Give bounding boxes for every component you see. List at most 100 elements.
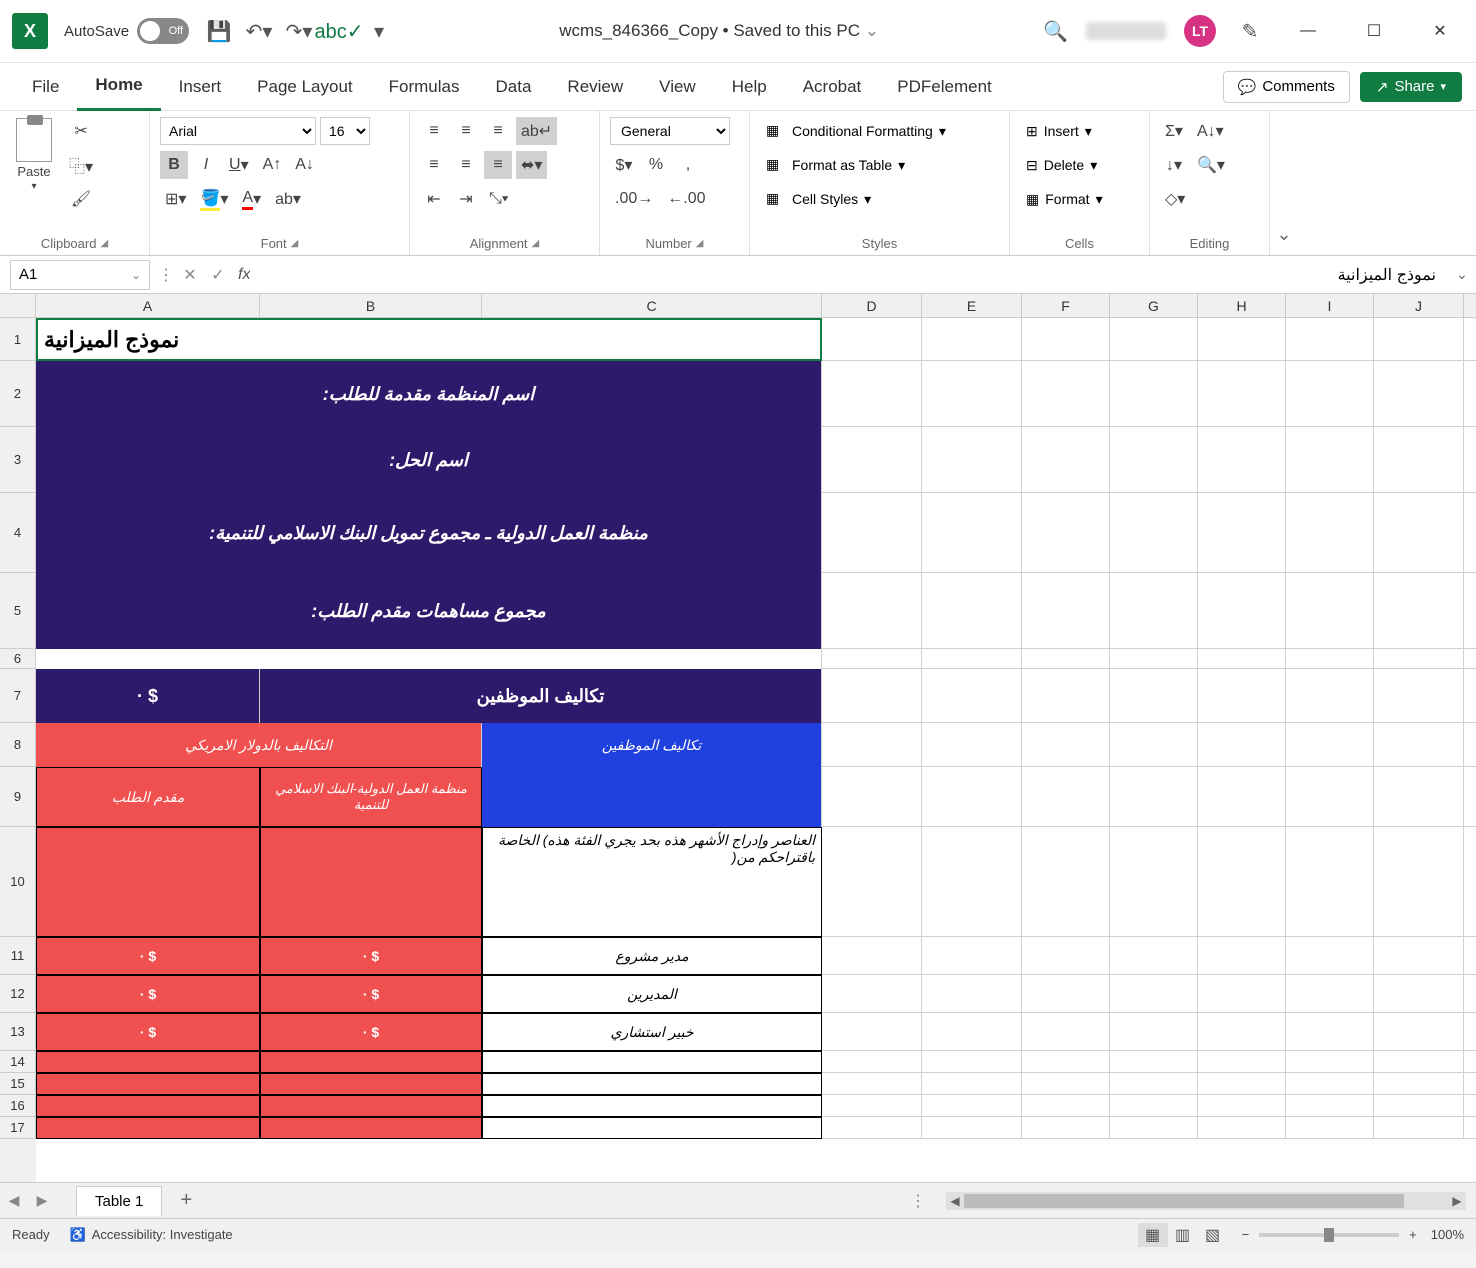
redo-icon[interactable]: ↷▾ (283, 15, 315, 47)
align-center-button[interactable]: ≡ (452, 151, 480, 179)
number-launcher-icon[interactable]: ◢ (696, 238, 704, 249)
cell[interactable] (1374, 827, 1464, 937)
maximize-button[interactable]: ☐ (1350, 11, 1398, 51)
accessibility-icon[interactable]: ♿ (70, 1227, 86, 1243)
cell[interactable] (1374, 975, 1464, 1013)
row-header[interactable]: 8 (0, 723, 36, 767)
row-header[interactable]: 4 (0, 493, 36, 573)
cell[interactable] (822, 1013, 922, 1051)
cell[interactable]: اسم الحل: (36, 427, 822, 493)
cell[interactable] (1198, 975, 1286, 1013)
autosum-button[interactable]: Σ▾ (1160, 117, 1188, 145)
cell[interactable] (1022, 318, 1110, 361)
sort-filter-button[interactable]: A↓▾ (1192, 117, 1229, 145)
row-header[interactable]: 10 (0, 827, 36, 937)
cell[interactable] (1198, 427, 1286, 493)
normal-view-button[interactable]: ▦ (1138, 1223, 1168, 1247)
clipboard-launcher-icon[interactable]: ◢ (100, 238, 108, 249)
column-header[interactable]: J (1374, 294, 1464, 317)
cell[interactable] (922, 723, 1022, 767)
cell[interactable] (822, 975, 922, 1013)
search-icon[interactable]: 🔍 (1043, 19, 1068, 44)
cell[interactable] (822, 1073, 922, 1095)
cell[interactable] (1110, 493, 1198, 573)
tab-formulas[interactable]: Formulas (371, 63, 478, 111)
format-cells-button[interactable]: ▦Format▾ (1020, 185, 1139, 213)
cell[interactable] (482, 1117, 822, 1139)
cell[interactable] (482, 1095, 822, 1117)
cell[interactable] (36, 1051, 260, 1073)
autosave-toggle[interactable]: AutoSave Off (64, 18, 189, 44)
cell[interactable] (1022, 1073, 1110, 1095)
cell[interactable] (1110, 827, 1198, 937)
cell[interactable] (822, 937, 922, 975)
tab-view[interactable]: View (641, 63, 714, 111)
tab-data[interactable]: Data (478, 63, 550, 111)
cell[interactable] (1022, 827, 1110, 937)
fx-icon[interactable]: fx (238, 266, 250, 284)
cell[interactable] (1286, 1117, 1374, 1139)
cell[interactable] (1022, 427, 1110, 493)
cell[interactable] (822, 649, 922, 669)
column-header[interactable]: I (1286, 294, 1374, 317)
cell[interactable] (822, 767, 922, 827)
row-header[interactable]: 1 (0, 318, 36, 361)
cell[interactable] (1022, 1013, 1110, 1051)
column-header[interactable]: C (482, 294, 822, 317)
tab-insert[interactable]: Insert (161, 63, 240, 111)
cell[interactable] (1198, 723, 1286, 767)
cell[interactable] (922, 649, 1022, 669)
cell[interactable] (1022, 361, 1110, 427)
conditional-formatting-button[interactable]: ▦Conditional Formatting▾ (760, 117, 999, 145)
cell[interactable] (1022, 1117, 1110, 1139)
cell[interactable] (1198, 1095, 1286, 1117)
select-all-corner[interactable] (0, 294, 36, 317)
cell[interactable] (1198, 318, 1286, 361)
cell[interactable]: · $ (36, 975, 260, 1013)
phonetic-button[interactable]: ab▾ (270, 185, 306, 213)
page-layout-view-button[interactable]: ▥ (1168, 1223, 1198, 1247)
cell[interactable] (1286, 493, 1374, 573)
horizontal-scrollbar[interactable]: ◀ ▶ (946, 1192, 1466, 1210)
row-header[interactable]: 9 (0, 767, 36, 827)
cell[interactable]: تكاليف الموظفين (482, 723, 822, 767)
cell[interactable] (1286, 827, 1374, 937)
row-header[interactable]: 17 (0, 1117, 36, 1139)
column-header[interactable]: B (260, 294, 482, 317)
decrease-decimal-button[interactable]: ←.00 (662, 185, 710, 213)
cell[interactable] (260, 1117, 482, 1139)
wrap-text-button[interactable]: ab↵ (516, 117, 557, 145)
cell[interactable] (822, 1117, 922, 1139)
cell[interactable] (822, 573, 922, 649)
fill-button[interactable]: ↓▾ (1160, 151, 1188, 179)
cell[interactable] (1374, 427, 1464, 493)
format-as-table-button[interactable]: ▦Format as Table▾ (760, 151, 999, 179)
cell[interactable]: منظمة العمل الدولية-البنك الاسلامي للتنم… (260, 767, 482, 827)
cell[interactable] (922, 937, 1022, 975)
align-left-button[interactable]: ≡ (420, 151, 448, 179)
cell[interactable] (922, 1073, 1022, 1095)
cell[interactable] (1374, 1073, 1464, 1095)
column-header[interactable]: E (922, 294, 1022, 317)
row-header[interactable]: 2 (0, 361, 36, 427)
merge-button[interactable]: ⬌▾ (516, 151, 547, 179)
cell[interactable] (1198, 827, 1286, 937)
cell[interactable] (1374, 1117, 1464, 1139)
cell[interactable] (1022, 649, 1110, 669)
cell[interactable] (922, 318, 1022, 361)
row-header[interactable]: 7 (0, 669, 36, 723)
cell[interactable] (922, 573, 1022, 649)
cell[interactable] (1110, 937, 1198, 975)
cell[interactable] (1110, 427, 1198, 493)
comma-button[interactable]: , (674, 151, 702, 179)
cell[interactable] (922, 827, 1022, 937)
font-color-button[interactable]: A▾ (237, 185, 266, 213)
cell[interactable] (822, 723, 922, 767)
cell[interactable] (922, 1051, 1022, 1073)
cell[interactable]: العناصر وإدراج الأشهر هذه بحد يجري الفئة… (482, 827, 822, 937)
cell[interactable] (1374, 723, 1464, 767)
cell[interactable] (1374, 1095, 1464, 1117)
cell[interactable] (1286, 669, 1374, 723)
zoom-slider[interactable] (1259, 1233, 1399, 1237)
cell[interactable] (922, 1013, 1022, 1051)
